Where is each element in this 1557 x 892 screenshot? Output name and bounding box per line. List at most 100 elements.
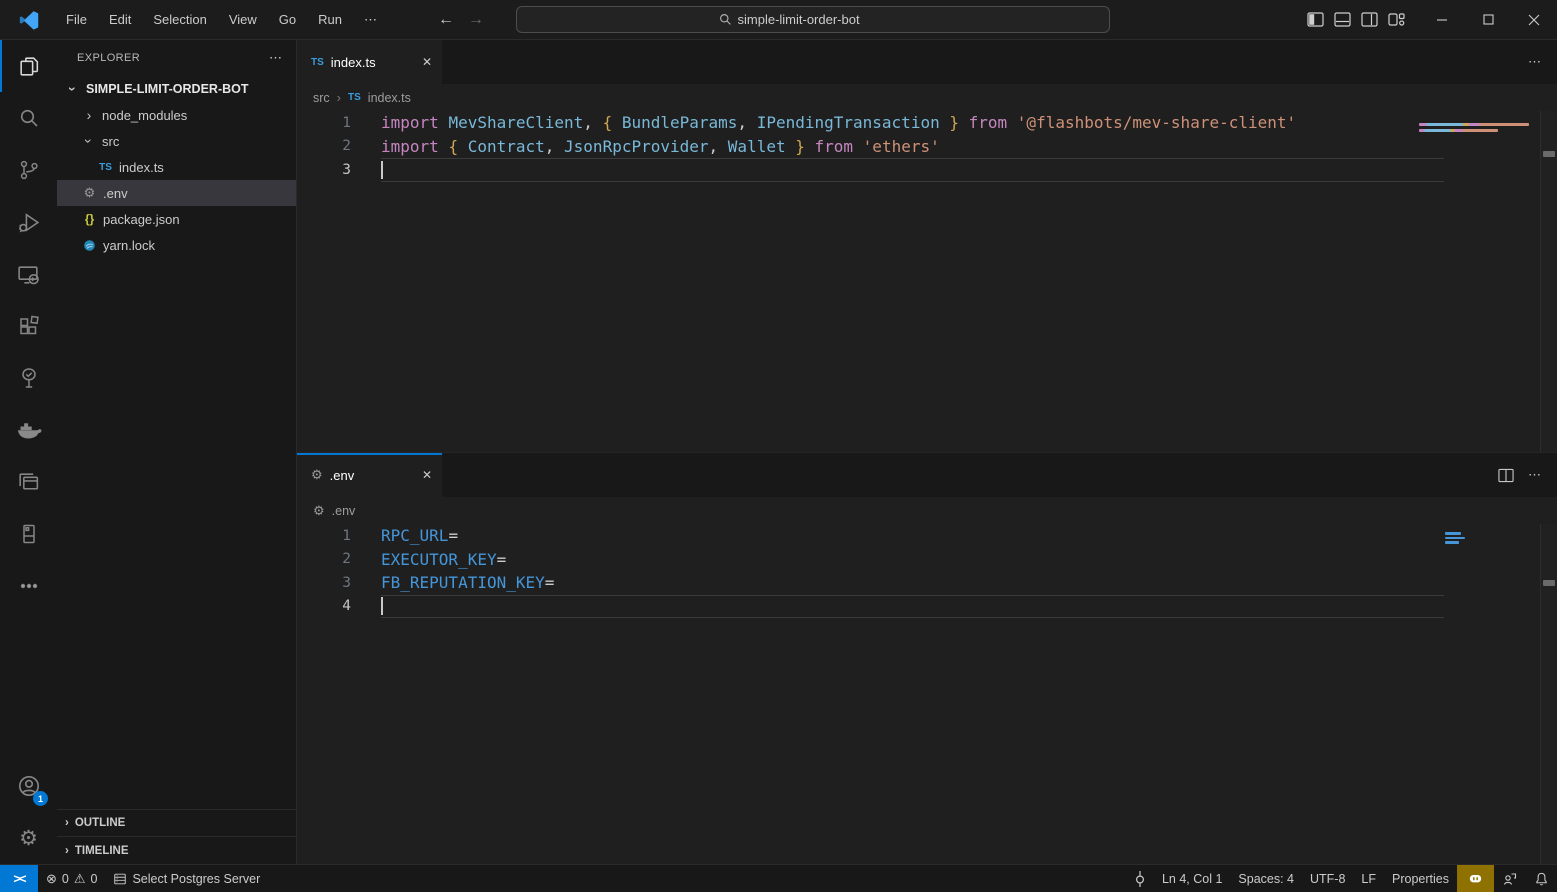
- toggle-secondary-sidebar-icon[interactable]: [1361, 12, 1378, 27]
- toggle-panel-icon[interactable]: [1334, 12, 1351, 27]
- test-tree-icon[interactable]: [0, 352, 57, 404]
- file-tree: › SIMPLE-LIMIT-ORDER-BOT › node_modules …: [57, 76, 296, 809]
- problems-status[interactable]: ⊗ 0 ⚠ 0: [38, 865, 105, 892]
- toggle-primary-sidebar-icon[interactable]: [1307, 12, 1324, 27]
- tab-actions-top: ⋯: [1528, 40, 1557, 84]
- chevron-right-icon: ›: [337, 90, 341, 105]
- breadcrumb-file[interactable]: index.ts: [368, 91, 411, 105]
- minimize-icon[interactable]: [1419, 0, 1465, 40]
- sidebar-item-env[interactable]: ⚙ .env: [57, 180, 296, 206]
- close-icon[interactable]: [1511, 0, 1557, 40]
- settings-gear-icon[interactable]: ⚙: [0, 812, 57, 864]
- run-debug-icon[interactable]: [0, 196, 57, 248]
- sidebar-more-icon[interactable]: ⋯: [269, 50, 284, 66]
- ports-icon[interactable]: [1126, 865, 1154, 892]
- maximize-icon[interactable]: [1465, 0, 1511, 40]
- search-input[interactable]: [738, 12, 908, 27]
- sidebar-item-src[interactable]: › src: [57, 128, 296, 154]
- tab-label: .env: [330, 468, 355, 483]
- explorer-icon[interactable]: [0, 40, 57, 92]
- menu-file[interactable]: File: [57, 8, 96, 32]
- window-controls: [1419, 0, 1557, 40]
- device-manager-icon[interactable]: [0, 508, 57, 560]
- scrollbar-thumb[interactable]: [1543, 580, 1555, 586]
- env-line-1[interactable]: 1 RPC_URL=: [297, 524, 1557, 548]
- cursor-position[interactable]: Ln 4, Col 1: [1154, 865, 1230, 892]
- chevron-down-icon: ›: [65, 81, 81, 97]
- breadcrumb-folder[interactable]: src: [313, 91, 330, 105]
- extensions-icon[interactable]: [0, 300, 57, 352]
- sidebar-title: EXPLORER: [77, 52, 140, 64]
- chevron-right-icon: ›: [65, 845, 69, 857]
- customize-layout-icon[interactable]: [1388, 12, 1405, 27]
- tree-root[interactable]: › SIMPLE-LIMIT-ORDER-BOT: [57, 76, 296, 102]
- env-line-2[interactable]: 2 EXECUTOR_KEY=: [297, 548, 1557, 572]
- menu-more[interactable]: ⋯: [355, 8, 386, 32]
- minimap-top[interactable]: [1419, 123, 1529, 135]
- server-icon: [113, 872, 127, 886]
- editor-group-top: TS index.ts ✕ ⋯ src › TS index.ts: [297, 40, 1557, 452]
- gear-file-icon: ⚙: [81, 185, 98, 201]
- window-preview-icon[interactable]: [0, 456, 57, 508]
- minimap-bottom[interactable]: [1445, 532, 1469, 546]
- accounts-icon[interactable]: 1: [0, 760, 57, 812]
- chevron-right-icon: ›: [81, 107, 97, 123]
- close-tab-icon[interactable]: ✕: [422, 468, 432, 482]
- explorer-sidebar: EXPLORER ⋯ › SIMPLE-LIMIT-ORDER-BOT › no…: [57, 40, 297, 864]
- menu-view[interactable]: View: [220, 8, 266, 32]
- code-line-3-current[interactable]: 3: [297, 158, 1557, 182]
- editor-area: TS index.ts ✕ ⋯ src › TS index.ts: [297, 40, 1557, 864]
- scrollbar-bottom[interactable]: [1540, 524, 1557, 864]
- tab-index-ts[interactable]: TS index.ts ✕: [297, 40, 442, 84]
- bell-icon[interactable]: [1526, 865, 1557, 892]
- menu-run[interactable]: Run: [309, 8, 351, 32]
- code-line-2[interactable]: 2 import { Contract, JsonRpcProvider, Wa…: [297, 135, 1557, 159]
- menu-selection[interactable]: Selection: [144, 8, 215, 32]
- editor-more-icon[interactable]: ⋯: [1528, 467, 1543, 483]
- menu-go[interactable]: Go: [270, 8, 305, 32]
- tab-label: index.ts: [331, 55, 376, 70]
- timeline-section[interactable]: › TIMELINE: [57, 837, 296, 864]
- command-center-search[interactable]: [516, 6, 1110, 33]
- breadcrumb-bottom[interactable]: ⚙ .env: [297, 497, 1557, 524]
- back-arrow-icon[interactable]: ←: [438, 11, 454, 29]
- scrollbar-thumb[interactable]: [1543, 151, 1555, 157]
- sidebar-item-yarn-lock[interactable]: yarn.lock: [57, 232, 296, 258]
- sidebar-item-node-modules[interactable]: › node_modules: [57, 102, 296, 128]
- code-editor-env[interactable]: 1 RPC_URL= 2 EXECUTOR_KEY= 3 FB_REPUTATI…: [297, 524, 1557, 864]
- sidebar-item-package-json[interactable]: {} package.json: [57, 206, 296, 232]
- gear-file-icon: ⚙: [311, 467, 323, 483]
- accounts-badge: 1: [33, 791, 48, 806]
- code-line-1[interactable]: 1 import MevShareClient, { BundleParams,…: [297, 111, 1557, 135]
- indentation-status[interactable]: Spaces: 4: [1230, 865, 1302, 892]
- encoding-status[interactable]: UTF-8: [1302, 865, 1353, 892]
- postgres-server-status[interactable]: Select Postgres Server: [105, 865, 268, 892]
- tab-actions-bottom: ⋯: [1498, 453, 1557, 497]
- language-mode[interactable]: Properties: [1384, 865, 1457, 892]
- sidebar-item-index-ts[interactable]: TS index.ts: [57, 154, 296, 180]
- split-editor-icon[interactable]: [1498, 468, 1514, 483]
- eol-status[interactable]: LF: [1353, 865, 1384, 892]
- forward-arrow-icon[interactable]: →: [468, 11, 484, 29]
- more-icon[interactable]: [0, 560, 57, 612]
- source-control-icon[interactable]: [0, 144, 57, 196]
- tab-env[interactable]: ⚙ .env ✕: [297, 453, 442, 497]
- scrollbar-top[interactable]: [1540, 111, 1557, 452]
- search-icon: [719, 13, 732, 26]
- feedback-icon[interactable]: [1494, 865, 1526, 892]
- editor-more-icon[interactable]: ⋯: [1528, 54, 1543, 70]
- docker-icon[interactable]: [0, 404, 57, 456]
- remote-indicator-icon[interactable]: ><: [0, 865, 38, 892]
- menu-edit[interactable]: Edit: [100, 8, 140, 32]
- env-line-3[interactable]: 3 FB_REPUTATION_KEY=: [297, 571, 1557, 595]
- code-editor-index-ts[interactable]: 1 import MevShareClient, { BundleParams,…: [297, 111, 1557, 452]
- remote-explorer-icon[interactable]: [0, 248, 57, 300]
- env-line-4-current[interactable]: 4: [297, 595, 1557, 619]
- copilot-icon[interactable]: [1457, 865, 1494, 892]
- root-label: SIMPLE-LIMIT-ORDER-BOT: [86, 82, 249, 96]
- breadcrumb-top[interactable]: src › TS index.ts: [297, 84, 1557, 111]
- breadcrumb-file[interactable]: .env: [332, 504, 356, 518]
- close-tab-icon[interactable]: ✕: [422, 55, 432, 69]
- search-icon[interactable]: [0, 92, 57, 144]
- outline-section[interactable]: › OUTLINE: [57, 810, 296, 837]
